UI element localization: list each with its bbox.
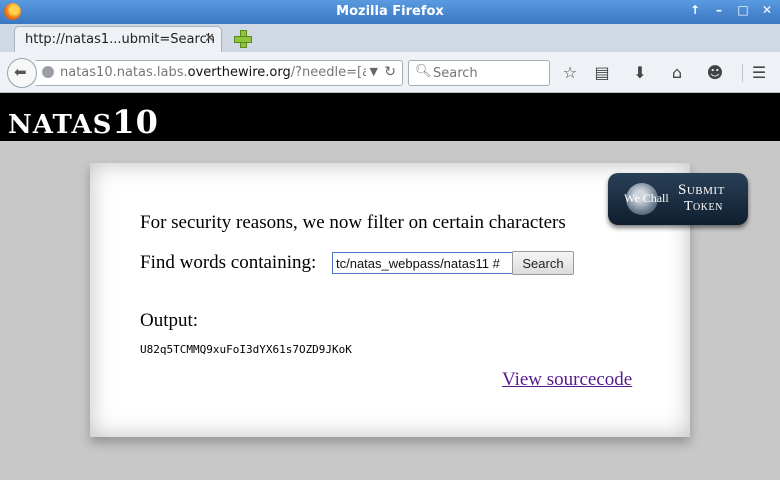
tab-bar: http://natas1...ubmit=Search ✕ <box>0 24 780 53</box>
window-titlebar: Mozilla Firefox ↑ – □ ✕ <box>0 0 780 24</box>
reading-list-icon[interactable]: ▤ <box>591 62 613 84</box>
bookmark-star-icon[interactable]: ☆ <box>559 62 581 84</box>
search-icon: 🔍︎ <box>415 64 432 79</box>
toolbar-separator <box>742 64 743 82</box>
content-panel: For security reasons, we now filter on c… <box>90 163 690 437</box>
reload-icon[interactable]: ↻ <box>384 64 396 80</box>
site-identity-globe-icon[interactable] <box>42 66 54 78</box>
search-input[interactable] <box>431 63 545 83</box>
submit-label: Submit <box>678 182 725 198</box>
page-title: NATAS10 <box>8 103 159 141</box>
filter-notice: For security reasons, we now filter on c… <box>140 212 566 233</box>
url-history-dropdown-icon[interactable]: ▼ <box>370 65 378 78</box>
view-sourcecode-link[interactable]: View sourcecode <box>502 369 632 391</box>
window-restore-icon[interactable]: □ <box>736 3 750 17</box>
new-tab-plus-icon[interactable] <box>232 28 254 50</box>
token-label: Token <box>684 199 723 214</box>
window-close-icon[interactable]: ✕ <box>760 3 774 17</box>
downloads-arrow-icon[interactable]: ⬇ <box>629 62 651 84</box>
url-text[interactable]: natas10.natas.labs.overthewire.org/?need… <box>60 65 366 80</box>
window-minimize-icon[interactable]: – <box>712 3 726 17</box>
title-number: 10 <box>112 103 159 141</box>
chat-smiley-icon[interactable]: ☻ <box>704 62 726 84</box>
search-bar[interactable]: 🔍︎ <box>408 60 550 86</box>
url-prefix: natas10.natas.labs. <box>60 65 188 80</box>
url-bar[interactable]: natas10.natas.labs.overthewire.org/?need… <box>36 60 403 86</box>
home-icon[interactable]: ⌂ <box>666 62 688 84</box>
output-value: U82q5TCMMQ9xuFoI3dYX61s7OZD9JKoK <box>140 343 352 356</box>
window-maximize-up-icon[interactable]: ↑ <box>688 3 702 17</box>
window-controls: ↑ – □ ✕ <box>688 3 774 17</box>
title-prefix: NATAS <box>8 110 113 140</box>
browser-tab[interactable]: http://natas1...ubmit=Search ✕ <box>14 26 222 53</box>
submit-token-button[interactable]: We Chall Submit Token <box>608 173 748 225</box>
find-words-label: Find words containing: <box>140 252 317 273</box>
tab-title: http://natas1...ubmit=Search <box>25 32 215 47</box>
search-button[interactable]: Search <box>512 251 574 275</box>
url-domain: overthewire.org <box>187 65 291 80</box>
tab-close-icon[interactable]: ✕ <box>204 31 215 46</box>
output-label: Output: <box>140 310 199 331</box>
wechall-brand: We Chall <box>624 191 669 205</box>
window-title: Mozilla Firefox <box>336 4 444 19</box>
hamburger-menu-icon[interactable]: ☰ <box>748 62 770 84</box>
needle-input[interactable] <box>332 252 516 274</box>
navigation-toolbar: natas10.natas.labs.overthewire.org/?need… <box>0 52 780 93</box>
page-viewport: NATAS10 For security reasons, we now fil… <box>0 93 780 480</box>
url-suffix: /?needle=[a-z]+ <box>290 65 366 80</box>
natas-header: NATAS10 <box>0 93 780 141</box>
back-button[interactable] <box>7 58 37 88</box>
